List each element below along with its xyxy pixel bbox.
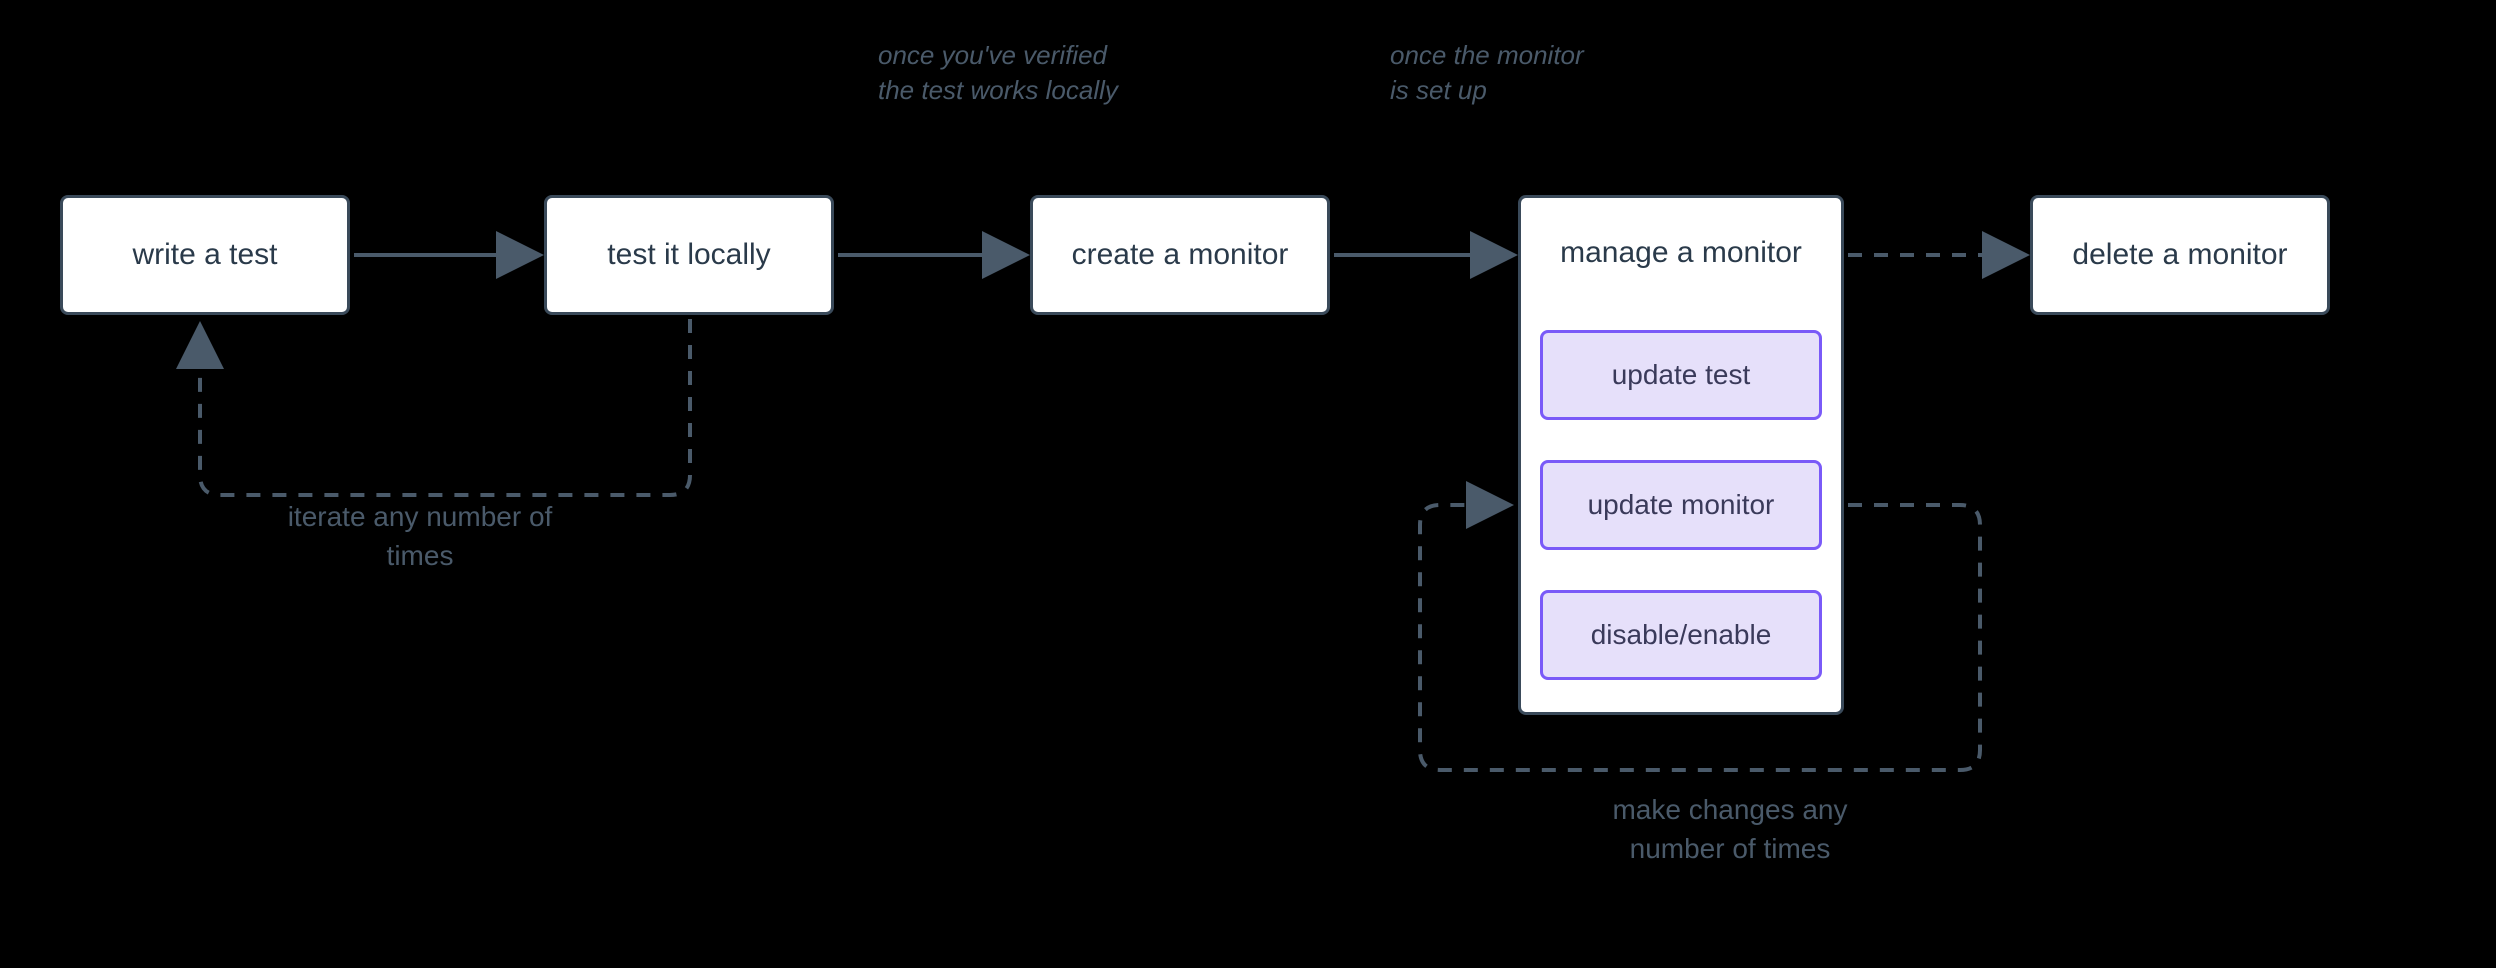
subaction-update-monitor: update monitor [1540,460,1822,550]
arrows-layer [0,0,2496,968]
step-delete-monitor: delete a monitor [2030,195,2330,315]
note-after-local-test: once you've verified the test works loca… [878,38,1138,108]
flow-diagram: once you've verified the test works loca… [0,0,2496,968]
step-write-test: write a test [60,195,350,315]
loop-label-make-changes: make changes any number of times [1600,790,1860,868]
loop-label-iterate: iterate any number of times [270,497,570,575]
subaction-update-test: update test [1540,330,1822,420]
step-test-locally: test it locally [544,195,834,315]
step-create-monitor: create a monitor [1030,195,1330,315]
note-after-setup: once the monitor is set up [1390,38,1590,108]
subaction-disable-enable: disable/enable [1540,590,1822,680]
step-manage-monitor-label: manage a monitor [1560,236,1802,270]
loop-iterate-arrow [200,319,690,495]
